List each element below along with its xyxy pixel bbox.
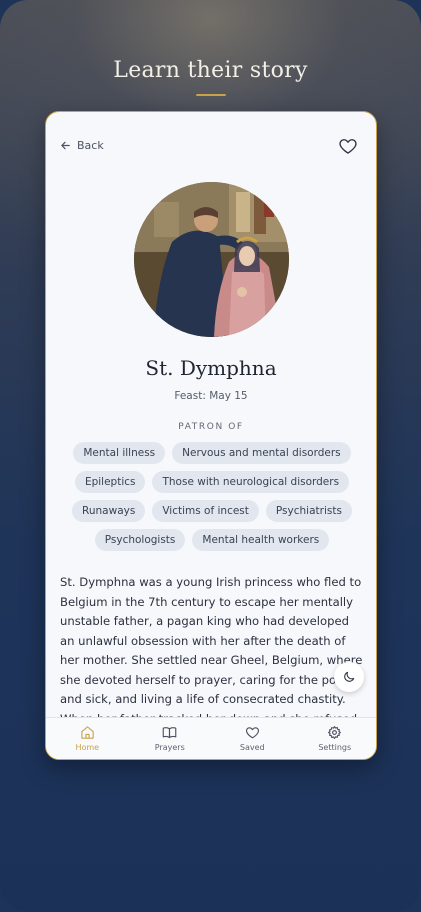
patron-heading: PATRON OF: [178, 422, 244, 432]
page-headline: Learn their story: [113, 58, 308, 83]
back-button[interactable]: Back: [60, 139, 104, 152]
arrow-left-icon: [61, 141, 70, 150]
bottom-tab-bar: Home Prayers Saved Settings: [46, 717, 376, 759]
moon-icon: [344, 671, 355, 682]
patron-tag: Mental illness: [73, 442, 166, 464]
patron-tag: Nervous and mental disorders: [172, 442, 351, 464]
feast-date: Feast: May 15: [174, 390, 248, 402]
saint-biography: St. Dymphna was a young Irish princess w…: [60, 575, 363, 718]
tab-home-label: Home: [75, 743, 100, 752]
patron-tag: Runaways: [72, 500, 146, 522]
tab-settings[interactable]: Settings: [294, 718, 377, 759]
patron-tag: Epileptics: [74, 471, 146, 493]
patron-tag: Those with neurological disorders: [152, 471, 350, 493]
patron-tag-list: Mental illness Nervous and mental disord…: [66, 442, 358, 551]
tab-prayers-label: Prayers: [154, 743, 185, 752]
back-label: Back: [77, 139, 104, 152]
tab-saved-label: Saved: [239, 743, 265, 752]
gear-icon: [328, 726, 342, 739]
patron-tag: Mental health workers: [192, 529, 330, 551]
theme-toggle-button[interactable]: [334, 662, 364, 692]
tab-saved[interactable]: Saved: [211, 718, 294, 759]
tab-settings-label: Settings: [318, 743, 352, 752]
saint-card: Back St. Dymphna Feast: May 15 PATRON OF…: [45, 111, 377, 760]
patron-tag: Victims of incest: [152, 500, 259, 522]
tab-home[interactable]: Home: [46, 718, 129, 759]
patron-tag: Psychiatrists: [265, 500, 352, 522]
book-icon: [162, 727, 177, 739]
app-screen: Learn their story Back St. Dymphna Feast…: [0, 0, 421, 912]
heart-icon: [339, 139, 357, 154]
saint-name: St. Dymphna: [145, 356, 277, 380]
tab-prayers[interactable]: Prayers: [129, 718, 212, 759]
headline-underline: [196, 94, 226, 96]
home-icon: [81, 726, 94, 739]
portrait-painting: [134, 182, 289, 337]
heart-icon: [245, 727, 259, 739]
saint-portrait: [134, 182, 289, 337]
patron-tag: Psychologists: [94, 529, 186, 551]
favorite-button[interactable]: [338, 136, 358, 156]
